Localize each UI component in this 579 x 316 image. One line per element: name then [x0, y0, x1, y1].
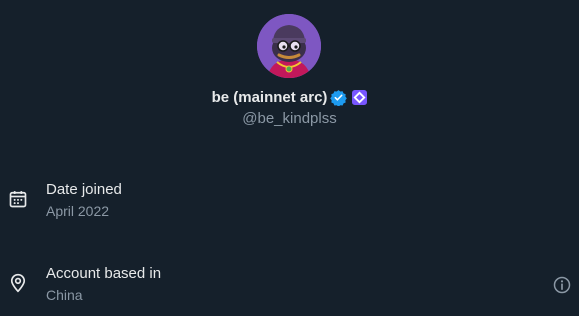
avatar[interactable]	[257, 14, 321, 78]
account-based-in-value: China	[46, 287, 83, 303]
affiliate-badge-icon[interactable]	[352, 89, 368, 105]
account-based-in-label: Account based in	[46, 265, 162, 282]
date-joined-row: Date joined April 2022	[0, 181, 579, 225]
pepe-avatar-icon	[257, 14, 321, 78]
name-row: be (mainnet arc)	[0, 86, 579, 108]
display-name[interactable]: be (mainnet arc)	[212, 89, 328, 106]
date-joined-label: Date joined	[46, 181, 122, 198]
info-icon[interactable]	[552, 275, 572, 295]
calendar-icon	[8, 189, 28, 209]
profile-handle[interactable]: @be_kindplss	[0, 110, 579, 127]
about-account-panel: be (mainnet arc) @be_kindplss Date joine…	[0, 0, 579, 316]
location-pin-icon	[8, 273, 28, 293]
account-based-in-row: Account based in China	[0, 265, 579, 309]
verified-badge-icon[interactable]	[330, 89, 348, 107]
date-joined-value: April 2022	[46, 203, 110, 219]
